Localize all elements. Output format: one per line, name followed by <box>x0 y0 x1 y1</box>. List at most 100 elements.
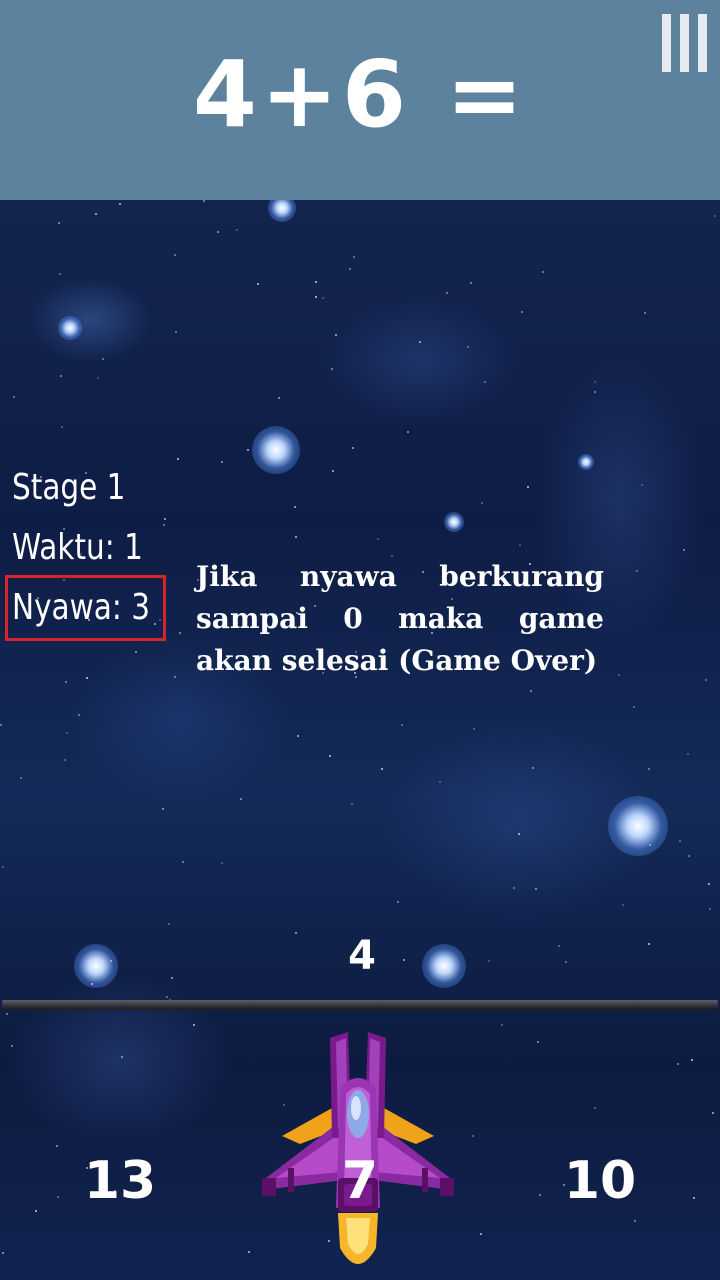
star-speck <box>644 312 646 314</box>
star-speck <box>119 203 121 205</box>
star-speck <box>193 1024 195 1026</box>
star-speck <box>110 960 112 962</box>
menu-bars-icon <box>662 14 671 72</box>
star-speck <box>530 690 532 692</box>
game-screen: 4+6 = Stage 1 Waktu: 1 Nyawa: 3 Jika nya… <box>0 0 720 1280</box>
star-speck <box>166 996 168 998</box>
star-speck <box>709 908 711 910</box>
star-speck <box>2 1252 4 1254</box>
star-speck <box>349 268 351 270</box>
star-speck <box>78 714 80 716</box>
star-speck <box>168 923 170 925</box>
star-speck <box>677 1063 679 1065</box>
star-speck <box>171 977 173 979</box>
star-speck <box>57 1196 59 1198</box>
star-speck <box>527 486 529 488</box>
star-speck <box>532 767 534 769</box>
star-speck <box>708 883 710 885</box>
stage-label: Stage 1 <box>12 467 126 508</box>
star-speck <box>558 945 560 947</box>
star-speck <box>257 283 259 285</box>
star-speck <box>217 231 219 233</box>
star-speck <box>97 377 99 379</box>
star-speck <box>66 732 68 734</box>
star-speck <box>683 549 685 551</box>
star-speck <box>542 271 544 273</box>
star-speck <box>294 506 296 508</box>
star-speck <box>648 943 650 945</box>
star-speck <box>221 862 223 864</box>
star-speck <box>513 887 515 889</box>
star-speck <box>679 840 681 842</box>
star-speck <box>135 651 137 653</box>
star-speck <box>2 866 4 868</box>
star-speck <box>407 431 409 433</box>
star-speck <box>65 681 67 683</box>
star-speck <box>91 983 93 985</box>
star-glow <box>252 426 300 474</box>
menu-bars-icon <box>698 14 707 72</box>
star-speck <box>95 213 97 215</box>
star-speck <box>174 254 176 256</box>
star-speck <box>179 632 181 634</box>
star-speck <box>20 777 22 779</box>
answer-option-center[interactable]: 7 <box>300 1150 420 1212</box>
star-speck <box>691 1059 693 1061</box>
star-speck <box>163 524 165 526</box>
star-speck <box>221 461 223 463</box>
star-speck <box>236 229 238 231</box>
star-speck <box>35 1210 37 1212</box>
star-speck <box>705 679 707 681</box>
star-speck <box>521 311 523 313</box>
star-speck <box>61 426 63 428</box>
star-speck <box>481 502 483 504</box>
star-speck <box>322 297 324 299</box>
star-speck <box>315 296 317 298</box>
star-speck <box>102 358 104 360</box>
star-speck <box>162 808 164 810</box>
star-speck <box>11 1045 13 1047</box>
star-glow <box>578 454 594 470</box>
star-speck <box>484 381 486 383</box>
falling-answer: 4 <box>348 933 376 979</box>
star-speck <box>565 961 567 963</box>
star-speck <box>633 706 635 708</box>
star-speck <box>594 1107 596 1109</box>
star-speck <box>352 447 354 449</box>
tutorial-note: Jika nyawa berkurang sampai 0 maka game … <box>196 560 604 677</box>
star-speck <box>6 1013 8 1015</box>
star-speck <box>594 381 596 383</box>
star-speck <box>182 861 184 863</box>
star-speck <box>332 470 334 472</box>
star-speck <box>712 1112 714 1114</box>
star-speck <box>164 518 166 520</box>
star-speck <box>467 346 469 348</box>
star-speck <box>618 674 620 676</box>
star-speck <box>64 759 66 761</box>
menu-bars-icon <box>680 14 689 72</box>
star-speck <box>175 331 177 333</box>
star-glow <box>608 796 668 856</box>
star-speck <box>648 768 650 770</box>
star-speck <box>353 256 355 258</box>
answer-option-left[interactable]: 13 <box>60 1150 180 1212</box>
star-speck <box>594 391 596 393</box>
menu-button[interactable] <box>660 14 710 74</box>
star-speck <box>649 844 651 846</box>
star-glow <box>444 512 464 532</box>
star-speck <box>403 959 405 961</box>
answer-option-right[interactable]: 10 <box>540 1150 660 1212</box>
star-speck <box>177 458 179 460</box>
star-speck <box>397 901 399 903</box>
star-speck <box>693 1197 695 1199</box>
star-speck <box>537 1041 539 1043</box>
star-speck <box>473 728 475 730</box>
star-speck <box>60 375 62 377</box>
star-speck <box>315 281 317 283</box>
star-speck <box>688 855 690 857</box>
star-speck <box>377 538 379 540</box>
star-speck <box>519 544 521 546</box>
star-glow <box>74 944 118 988</box>
star-speck <box>121 1056 123 1058</box>
star-speck <box>240 798 242 800</box>
